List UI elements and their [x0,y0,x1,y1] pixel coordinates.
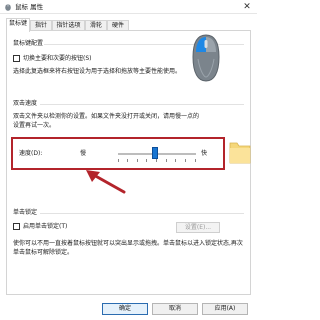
fast-label: 快 [201,150,208,157]
slider-tick [146,159,147,162]
slider-tick [175,159,176,162]
close-icon[interactable]: ✕ [241,1,253,13]
mouse-icon [5,4,11,11]
button-config-title: 鼠标键配置 [13,40,44,47]
title-bar: 鼠标 属性 ✕ [0,0,257,14]
slider-tick [195,159,196,162]
slow-label: 慢 [80,150,87,157]
click-lock-description: 使你可以不用一直按着鼠标按钮就可以突出显示或拖拽。单击鼠标以进入锁定状态,再次单… [13,240,243,256]
slider-tick [185,159,186,162]
cancel-button[interactable]: 取消 [152,303,198,315]
ok-button[interactable]: 确定 [102,303,148,315]
click-lock-label[interactable]: 启用单击锁定(T) [23,222,67,231]
mouse-illustration [192,34,220,82]
click-lock-settings-button[interactable]: 设置(E)... [176,222,220,233]
button-config-description: 选择此复选框来将右按钮设为用于选择和拖放等主要性能使用。 [13,68,182,75]
apply-button[interactable]: 应用(A) [202,303,248,315]
speed-label: 速度(D): [19,150,43,157]
slider-tick [137,159,138,162]
slider-tick [156,159,157,162]
slider-tick [118,159,119,162]
group-divider [40,104,244,105]
click-lock-title: 单击锁定 [13,209,38,216]
annotation-arrow-icon [86,170,126,194]
test-folder-icon[interactable] [228,137,252,167]
speed-slider-thumb[interactable] [152,147,159,159]
group-divider [40,213,244,214]
switch-buttons-checkbox[interactable] [13,55,20,62]
slider-tick [166,159,167,162]
slider-tick [127,159,128,162]
window-title: 鼠标 属性 [15,3,44,11]
tab-buttons[interactable]: 鼠标键 [6,18,30,32]
switch-buttons-label[interactable]: 切换主要和次要的按钮(S) [23,54,92,63]
double-click-title: 双击速度 [13,100,38,107]
double-click-description: 双击文件夹以检测你的设置。如果文件夹没打开或关闭，请用慢一点的设置再试一次。 [13,113,200,129]
click-lock-checkbox[interactable] [13,223,20,230]
